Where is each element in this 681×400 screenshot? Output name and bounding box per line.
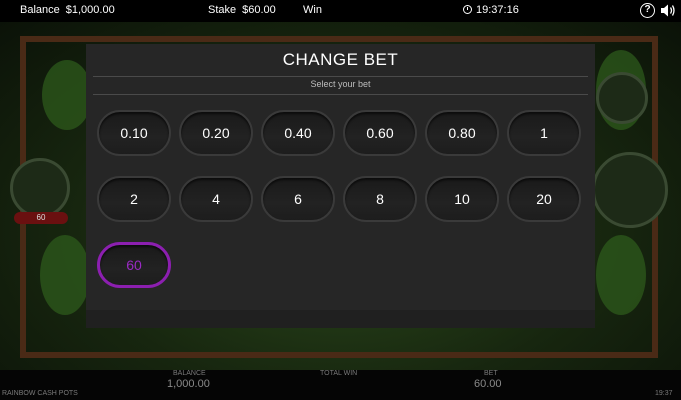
bottom-bet-label: BET	[484, 370, 498, 377]
bottom-bet-value: 60.00	[474, 378, 502, 390]
dialog-footer	[86, 310, 595, 328]
stake-label: Stake	[208, 4, 237, 16]
clock-time: 19:37:16	[476, 4, 519, 16]
dialog-title: CHANGE BET	[282, 50, 399, 69]
balance-display: Balance $1,000.00	[20, 4, 115, 16]
bottom-clock: 19:37	[655, 390, 673, 397]
bet-option-1[interactable]: 1	[507, 110, 581, 156]
balance-value: $1,000.00	[65, 4, 115, 16]
bet-option-0-40[interactable]: 0.40	[261, 110, 335, 156]
sound-icon[interactable]	[660, 3, 676, 18]
settings-gear-icon	[596, 72, 648, 124]
subtitle-divider	[93, 94, 588, 95]
help-icon[interactable]: ?	[640, 3, 655, 18]
bottom-balance-value: 1,000.00	[167, 378, 210, 390]
title-divider	[93, 76, 588, 77]
bet-option-6[interactable]: 6	[261, 176, 335, 222]
spin-button	[592, 152, 668, 228]
dialog-subtitle: Select your bet	[310, 79, 371, 89]
clover-leaf-decoration	[42, 60, 92, 130]
bet-option-0-60[interactable]: 0.60	[343, 110, 417, 156]
bottom-status-bar: RAINBOW CASH POTS BALANCE 1,000.00 TOTAL…	[0, 370, 681, 400]
top-status-bar: Balance $1,000.00 Stake $60.00 Win 19:37:1…	[0, 0, 681, 22]
total-win-label: TOTAL WIN	[320, 370, 358, 377]
win-display: Win	[303, 4, 322, 16]
bet-option-0-20[interactable]: 0.20	[179, 110, 253, 156]
clover-leaf-decoration	[596, 235, 646, 315]
win-label: Win	[303, 4, 322, 16]
bet-option-10[interactable]: 10	[425, 176, 499, 222]
change-bet-dialog: CHANGE BET Select your bet 0.10 0.20 0.4…	[86, 44, 595, 328]
stake-value: $60.00	[242, 4, 276, 16]
bet-option-60-selected[interactable]: 60	[97, 242, 171, 288]
clock-display: 19:37:16	[463, 4, 519, 16]
clock-icon	[463, 5, 472, 14]
bet-option-8[interactable]: 8	[343, 176, 417, 222]
clover-leaf-decoration	[40, 235, 90, 315]
stake-display: Stake $60.00	[208, 4, 276, 16]
bet-option-2[interactable]: 2	[97, 176, 171, 222]
coin-stack-icon	[10, 158, 70, 218]
bet-option-0-10[interactable]: 0.10	[97, 110, 171, 156]
bet-option-0-80[interactable]: 0.80	[425, 110, 499, 156]
bet-option-20[interactable]: 20	[507, 176, 581, 222]
game-name: RAINBOW CASH POTS	[2, 390, 78, 397]
balance-label: Balance	[20, 4, 60, 16]
side-bet-badge: 60	[14, 212, 68, 224]
bottom-balance-label: BALANCE	[173, 370, 206, 377]
bet-option-4[interactable]: 4	[179, 176, 253, 222]
